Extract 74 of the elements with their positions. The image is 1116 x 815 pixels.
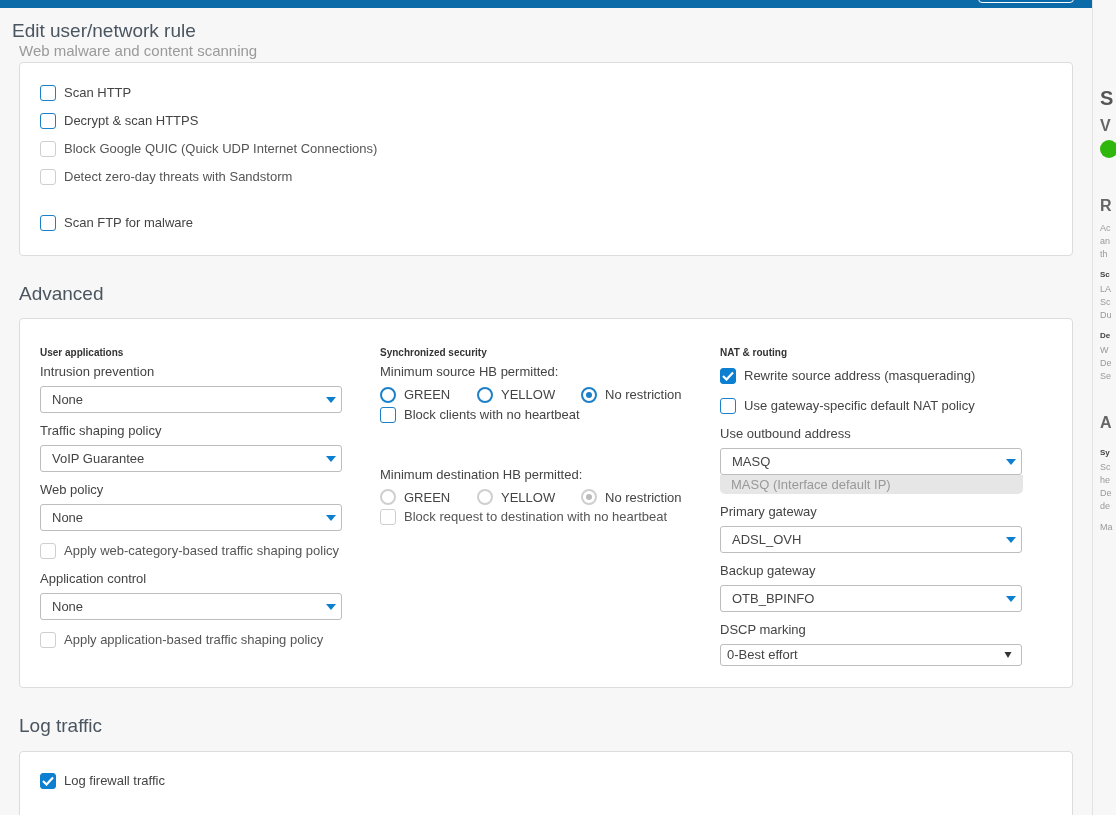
column-heading: User applications [40, 346, 125, 360]
field-label: Use outbound address [720, 426, 852, 442]
section-heading: Advanced [19, 282, 105, 306]
panel-label: Sc [1100, 269, 1111, 281]
radio-button[interactable] [477, 386, 493, 403]
panel-title: S [1100, 86, 1115, 110]
caret-icon [1006, 458, 1016, 465]
checkbox[interactable] [40, 773, 56, 789]
checkbox-label: Scan FTP for malware [64, 214, 194, 233]
checkbox-label: Block request to destination with no heartbeat [404, 508, 668, 527]
field-label: Traffic shaping policy [40, 423, 163, 439]
field-label: DSCP marking [720, 622, 807, 638]
checkbox-label: Detect zero-day threats with Sandstorm [64, 168, 293, 187]
radio-label: No restriction [605, 488, 682, 507]
radio-label: GREEN [404, 386, 451, 404]
caret-icon [326, 396, 336, 403]
field-label: Application control [40, 571, 148, 587]
field-label: Backup gateway [720, 563, 817, 579]
caret-icon [326, 603, 336, 610]
dropdown[interactable]: None [40, 593, 342, 620]
field-label: Web policy [40, 482, 105, 498]
caret-icon [326, 455, 336, 462]
checkbox-label: Block Google QUIC (Quick UDP Internet Connections) [64, 140, 378, 159]
caret-icon [1006, 595, 1016, 602]
checkbox-label: Apply application-based traffic shaping policy [64, 631, 324, 650]
dropdown[interactable]: 0-Best effort [720, 644, 1022, 666]
checkbox-label: Decrypt & scan HTTPS [64, 112, 199, 131]
checkbox-label: Scan HTTP [64, 84, 132, 103]
field-label: Minimum source HB permitted: [380, 364, 560, 380]
panel-text: W De Se [1100, 344, 1113, 383]
radio-label: YELLOW [501, 488, 556, 507]
checkbox[interactable] [40, 85, 56, 101]
checkbox-label: Apply web-category-based traffic shaping policy [64, 542, 340, 561]
dropdown-hint: MASQ (Interface default IP) [720, 475, 1023, 494]
dropdown[interactable]: None [40, 504, 342, 531]
field-label: Minimum destination HB permitted: [380, 466, 584, 483]
dropdown[interactable]: VoIP Guarantee [40, 445, 342, 472]
panel-label: De [1100, 330, 1112, 342]
panel-text: LA Sc Du [1100, 283, 1113, 322]
checkbox[interactable] [720, 398, 736, 414]
field-label: Intrusion prevention [40, 364, 156, 380]
caret-icon [1006, 536, 1016, 543]
panel-subtitle: V [1100, 116, 1112, 136]
radio-label: YELLOW [501, 386, 556, 404]
section-heading: Log traffic [19, 714, 104, 738]
radio-button[interactable] [380, 386, 396, 403]
field-label: Primary gateway [720, 504, 818, 520]
dialog-title: Edit user/network rule [11, 19, 197, 42]
panel-label: Sy [1100, 447, 1111, 459]
radio-button[interactable] [581, 386, 597, 403]
dropdown[interactable]: ADSL_OVH [720, 526, 1022, 553]
column-heading: NAT & routing [720, 346, 789, 360]
checkbox-label: Block clients with no heartbeat [404, 405, 580, 424]
panel-text: Ac an th [1100, 222, 1112, 261]
column-heading: Synchronized security [380, 346, 488, 360]
radio-label: No restriction [605, 386, 682, 404]
dropdown[interactable]: MASQ [720, 448, 1022, 475]
checkbox[interactable] [40, 113, 56, 129]
checkbox-label: Log firewall traffic [64, 772, 165, 791]
radio-label: GREEN [404, 488, 451, 507]
panel-text: Ma [1100, 521, 1114, 534]
panel-heading: R [1100, 196, 1113, 216]
caret-icon [1003, 652, 1013, 658]
checkbox[interactable] [40, 215, 56, 231]
checkbox[interactable] [720, 368, 736, 384]
checkbox-label: Rewrite source address (masquerading) [744, 367, 976, 386]
checkbox-label: Use gateway-specific default NAT policy [744, 397, 975, 416]
dropdown[interactable]: OTB_BPINFO [720, 585, 1022, 612]
dropdown[interactable]: None [40, 386, 342, 413]
section-heading: Web malware and content scanning [19, 42, 258, 60]
panel-heading: A [1100, 413, 1113, 433]
checkbox[interactable] [380, 406, 396, 423]
caret-icon [326, 514, 336, 521]
panel-text: Sc he De de [1100, 461, 1113, 513]
